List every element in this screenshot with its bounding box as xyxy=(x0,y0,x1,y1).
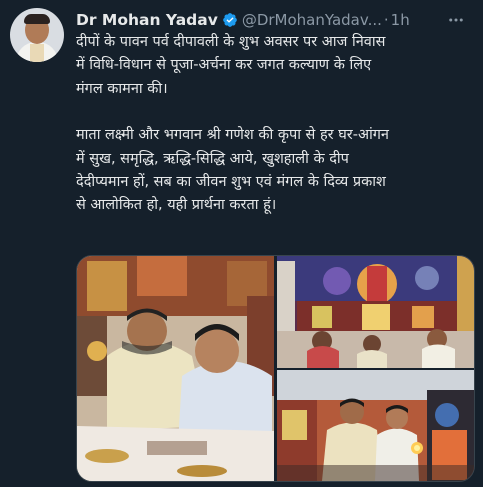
media-grid xyxy=(76,255,475,482)
author-handle[interactable]: @DrMohanYadav... xyxy=(242,11,382,29)
verified-badge-icon xyxy=(222,13,237,27)
avatar-vest xyxy=(30,44,44,62)
tweet-paragraph-2: माता लक्ष्मी और भगवान श्री गणेश की कृपा … xyxy=(76,127,389,214)
tweet-paragraph-1: दीपों के पावन पर्व दीपावली के शुभ अवसर प… xyxy=(76,34,386,97)
separator-dot: · xyxy=(383,11,389,29)
avatar-hair xyxy=(24,14,50,24)
media-photo-2[interactable] xyxy=(277,256,474,368)
media-photo-3[interactable] xyxy=(277,370,474,481)
media-photo-1[interactable] xyxy=(77,256,274,481)
more-options-icon[interactable] xyxy=(445,9,467,31)
author-name[interactable]: Dr Mohan Yadav xyxy=(76,11,218,29)
tweet-text: दीपों के पावन पर्व दीपावली के शुभ अवसर प… xyxy=(76,31,476,218)
tweet-header: Dr Mohan Yadav @DrMohanYadav... · 1h xyxy=(76,9,475,31)
tweet[interactable]: Dr Mohan Yadav @DrMohanYadav... · 1h दीप… xyxy=(0,0,483,487)
tweet-time[interactable]: 1h xyxy=(391,11,410,29)
avatar[interactable] xyxy=(10,8,64,62)
